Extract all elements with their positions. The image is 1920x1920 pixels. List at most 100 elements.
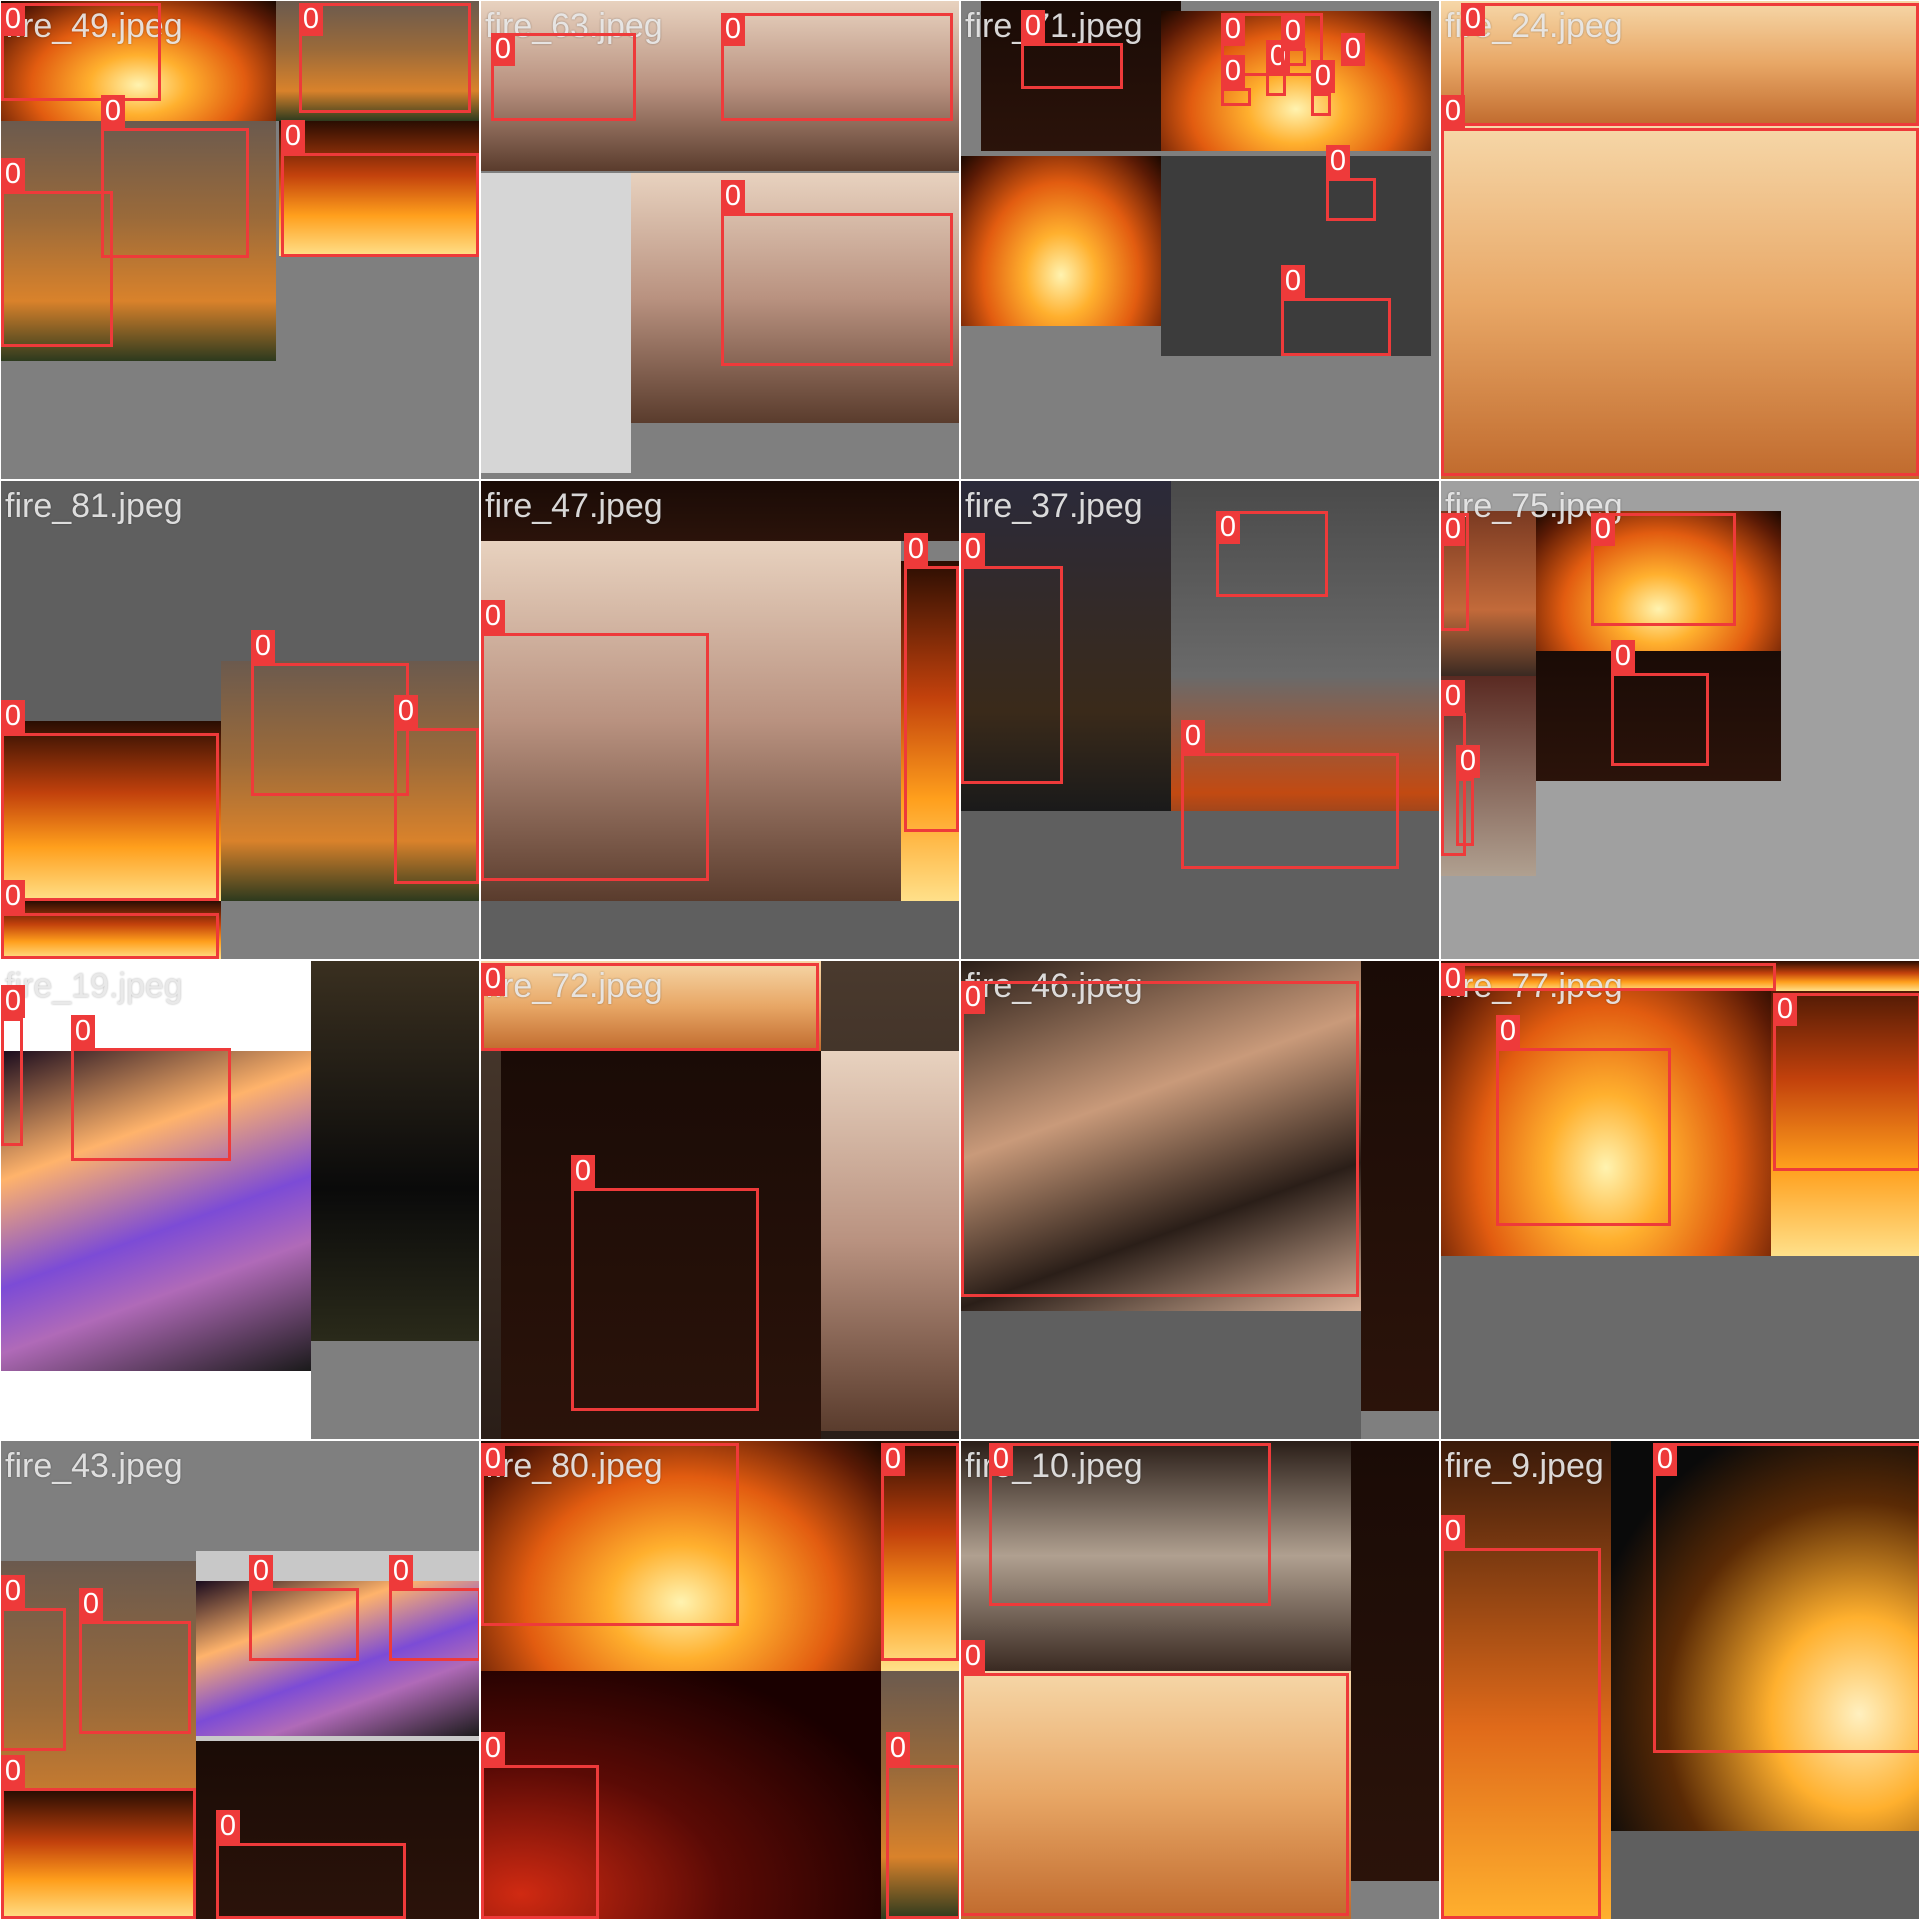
fire-image-patch <box>961 156 1161 326</box>
mosaic-tile: fire_81.jpeg 0 0 0 0 <box>1 481 479 959</box>
image-filename: fire_43.jpeg <box>5 1447 183 1485</box>
bounding-box: 0 <box>571 1155 759 1411</box>
class-label: 0 <box>1021 10 1045 43</box>
bounding-box: 0 <box>1 880 219 959</box>
class-label: 0 <box>1181 720 1205 753</box>
class-label: 0 <box>1591 513 1615 546</box>
fire-image-patch <box>821 1051 959 1431</box>
bounding-box: 0 <box>389 1555 479 1661</box>
bounding-box: 0 <box>961 533 1063 784</box>
class-label: 0 <box>1 3 25 36</box>
fire-image-patch <box>1351 1441 1439 1881</box>
bounding-box: 0 <box>101 95 249 258</box>
mosaic-tile: fire_72.jpeg 0 0 <box>481 961 959 1439</box>
image-filename: fire_37.jpeg <box>965 487 1143 525</box>
bounding-box: 0 <box>1221 55 1251 106</box>
bounding-box: 0 <box>886 1732 959 1919</box>
mosaic-grid: fire_49.jpeg 0 0 0 0 0 fire_63.jpeg 0 0 0 fire_71.… <box>0 0 1920 1920</box>
fire-image-patch <box>1361 961 1439 1411</box>
class-label: 0 <box>1 985 25 1018</box>
mosaic-tile: fire_80.jpeg 0 0 0 0 <box>481 1441 959 1919</box>
class-label: 0 <box>1441 963 1465 996</box>
mosaic-tile: fire_49.jpeg 0 0 0 0 0 <box>1 1 479 479</box>
mosaic-tile: fire_77.jpeg 0 0 0 <box>1441 961 1919 1439</box>
image-filename: fire_71.jpeg <box>965 7 1143 45</box>
bounding-box: 0 <box>1281 15 1306 66</box>
bounding-box: 0 <box>1 158 113 347</box>
bounding-box: 0 <box>1591 513 1736 626</box>
bounding-box: 0 <box>1441 513 1469 631</box>
class-label: 0 <box>1441 95 1465 128</box>
bounding-box: 0 <box>721 13 953 121</box>
bounding-box: 0 <box>1216 511 1328 597</box>
bounding-box: 0 <box>961 1640 1349 1916</box>
fire-image-patch <box>311 961 479 1341</box>
class-label: 0 <box>1496 1015 1520 1048</box>
class-label: 0 <box>251 630 275 663</box>
mosaic-tile: fire_75.jpeg 0 0 0 0 0 <box>1441 481 1919 959</box>
bounding-box: 0 <box>394 695 479 884</box>
bounding-box: 0 <box>1311 60 1335 116</box>
bounding-box: 0 <box>1773 993 1919 1171</box>
mosaic-tile: fire_46.jpeg 0 <box>961 961 1439 1439</box>
class-label: 0 <box>1221 13 1245 46</box>
bounding-box: 0 <box>216 1810 406 1919</box>
class-label: 0 <box>881 1443 905 1476</box>
class-label: 0 <box>1441 680 1465 713</box>
class-label: 0 <box>1441 1515 1465 1548</box>
bounding-box: 0 <box>1 1575 66 1751</box>
fire-image-patch <box>1 1371 311 1439</box>
class-label: 0 <box>216 1810 240 1843</box>
class-label: 0 <box>281 120 305 153</box>
class-label: 0 <box>481 600 505 633</box>
bounding-box: 0 <box>1441 963 1776 996</box>
class-label: 0 <box>1441 513 1465 546</box>
bounding-box: 0 <box>989 1443 1271 1606</box>
bounding-box: 0 <box>249 1555 359 1661</box>
class-label: 0 <box>1 158 25 191</box>
class-label: 0 <box>1 880 25 913</box>
bounding-box: 0 <box>1441 95 1919 476</box>
class-label: 0 <box>721 13 745 46</box>
class-label: 0 <box>249 1555 273 1588</box>
class-label: 0 <box>481 963 505 996</box>
bounding-box: 0 <box>1281 265 1391 356</box>
class-label: 0 <box>1653 1443 1677 1476</box>
class-label: 0 <box>1 1575 25 1608</box>
mosaic-tile: fire_71.jpeg 0 0 0 0 0 0 0 0 0 <box>961 1 1439 479</box>
bounding-box: 0 <box>1181 720 1399 869</box>
class-label: 0 <box>79 1588 103 1621</box>
fire-image-patch <box>481 173 631 473</box>
bounding-box: 0 <box>1456 745 1480 846</box>
mosaic-tile: fire_9.jpeg 0 0 <box>1441 1441 1919 1919</box>
bounding-box: 0 <box>79 1588 191 1734</box>
class-label: 0 <box>1341 33 1365 66</box>
image-filename: fire_81.jpeg <box>5 487 183 525</box>
class-label: 0 <box>961 533 985 566</box>
bounding-box: 0 <box>721 180 953 366</box>
bounding-box: 0 <box>1 1755 196 1919</box>
bounding-box: 0 <box>1653 1443 1919 1753</box>
class-label: 0 <box>1221 55 1245 88</box>
mosaic-tile: fire_47.jpeg 0 0 <box>481 481 959 959</box>
mosaic-tile: fire_63.jpeg 0 0 0 <box>481 1 959 479</box>
bounding-box: 0 <box>299 3 471 113</box>
bounding-box: 0 <box>1021 10 1123 89</box>
class-label: 0 <box>481 1732 505 1765</box>
class-label: 0 <box>1461 3 1485 36</box>
image-filename: fire_19.jpeg <box>5 967 183 1005</box>
class-label: 0 <box>1773 993 1797 1026</box>
mosaic-tile: fire_43.jpeg 0 0 0 0 0 0 <box>1 1441 479 1919</box>
fire-image-patch <box>961 1311 1361 1439</box>
class-label: 0 <box>481 1443 505 1476</box>
bounding-box: 0 <box>1 700 219 901</box>
bounding-box: 0 <box>481 963 819 1051</box>
fire-image-patch <box>1611 1831 1919 1919</box>
bounding-box: 0 <box>481 600 709 881</box>
class-label: 0 <box>1281 15 1305 48</box>
bounding-box: 0 <box>961 981 1359 1297</box>
bounding-box: 0 <box>1266 40 1290 96</box>
bounding-box: 0 <box>71 1015 231 1161</box>
bounding-box: 0 <box>1611 640 1709 766</box>
bounding-box: 0 <box>1326 145 1376 221</box>
